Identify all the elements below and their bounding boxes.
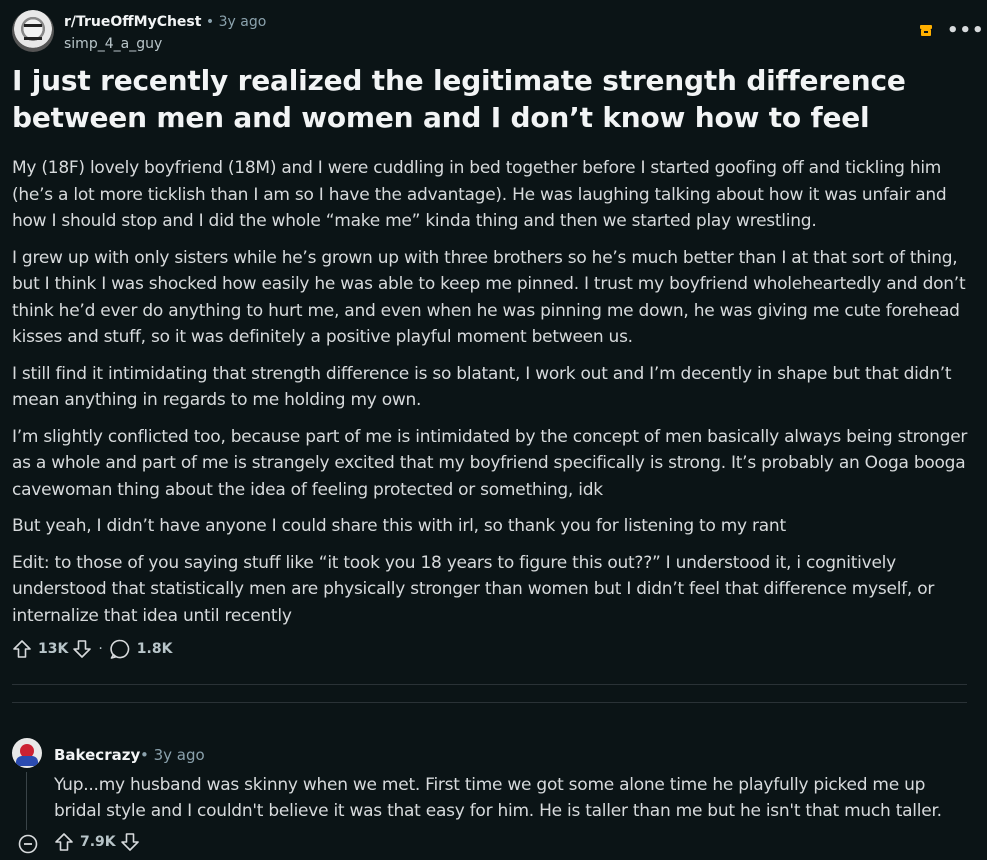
archive-icon[interactable] <box>919 24 933 37</box>
post-paragraph: I’m slightly conflicted too, because par… <box>12 426 968 500</box>
post-actions: 13K · 1.8K <box>12 636 176 662</box>
comment-count[interactable]: 1.8K <box>137 641 173 657</box>
post-author[interactable]: simp_4_a_guy <box>64 36 162 52</box>
thread-line[interactable] <box>26 772 27 830</box>
post-body: My (18F) lovely boyfriend (18M) and I we… <box>12 155 972 639</box>
comment-actions: 7.9K <box>54 832 140 852</box>
divider <box>12 684 967 685</box>
post-title[interactable]: I just recently realized the legitimate … <box>12 62 972 136</box>
comment-author[interactable]: Bakecrazy <box>54 746 140 764</box>
upvote-arrow-icon[interactable] <box>54 832 74 852</box>
post-paragraph: My (18F) lovely boyfriend (18M) and I we… <box>12 158 947 231</box>
post-paragraph: I still find it intimidating that streng… <box>12 363 952 411</box>
comment-bubble-icon[interactable] <box>109 638 131 660</box>
post-paragraph: Edit: to those of you saying stuff like … <box>12 552 935 626</box>
post-paragraph: But yeah, I didn’t have anyone I could s… <box>12 516 786 536</box>
post-time: • 3y ago <box>205 14 267 30</box>
action-separator: · <box>98 641 103 657</box>
comment-avatar[interactable] <box>12 738 42 768</box>
upvote-count: 13K <box>38 641 69 657</box>
divider <box>12 702 967 703</box>
subreddit-avatar[interactable] <box>12 10 54 52</box>
upvote-arrow-icon[interactable] <box>12 639 32 659</box>
downvote-arrow-icon[interactable] <box>72 639 92 659</box>
collapse-minus-icon[interactable] <box>18 834 38 854</box>
post-header: r/TrueOffMyChest • 3y ago simp_4_a_guy •… <box>12 10 984 56</box>
subreddit-line: r/TrueOffMyChest • 3y ago <box>64 14 266 30</box>
subreddit-link[interactable]: r/TrueOffMyChest <box>64 14 201 30</box>
comment-upvote-count: 7.9K <box>80 834 116 850</box>
comment-text: Yup...my husband was skinny when we met.… <box>54 775 942 821</box>
comment-time: • 3y ago <box>140 746 205 764</box>
more-options-icon[interactable]: ••• <box>947 22 984 40</box>
downvote-arrow-icon[interactable] <box>120 832 140 852</box>
post-paragraph: I grew up with only sisters while he’s g… <box>12 247 966 348</box>
